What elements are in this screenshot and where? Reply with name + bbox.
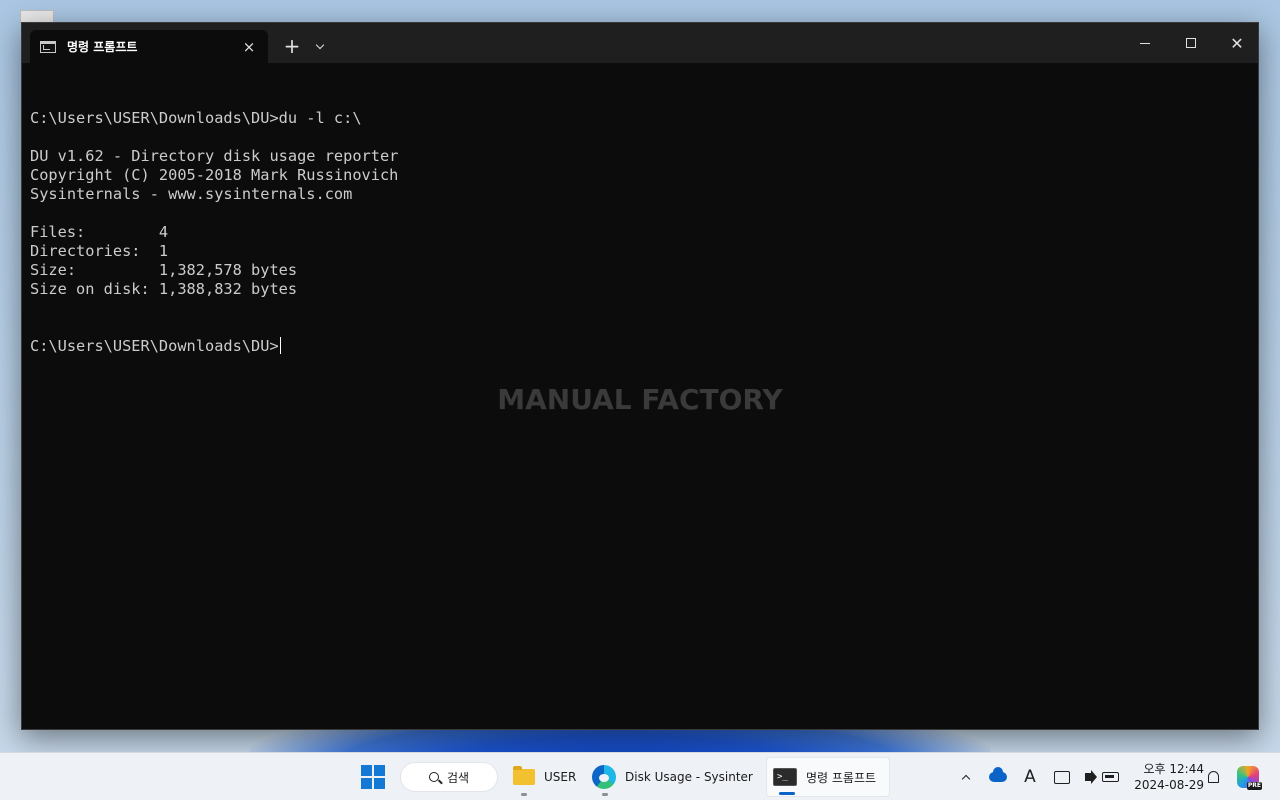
battery-button[interactable] xyxy=(1099,753,1121,800)
search-box[interactable]: 검색 xyxy=(400,762,498,792)
display-button[interactable] xyxy=(1051,753,1073,800)
cloud-icon xyxy=(989,767,1007,782)
clock[interactable]: 오후 12:44 2024-08-29 xyxy=(1126,761,1204,793)
notifications-button[interactable] xyxy=(1202,753,1224,800)
title-bar[interactable]: 명령 프롬프트 × + ✕ xyxy=(22,23,1258,63)
cmd-icon xyxy=(40,40,56,53)
maximize-icon xyxy=(1186,38,1196,48)
terminal-label: 명령 프롬프트 xyxy=(806,770,877,785)
text-cursor xyxy=(279,337,281,354)
tab-title: 명령 프롬프트 xyxy=(67,40,138,54)
console-line: Sysinternals - www.sysinternals.com xyxy=(30,185,353,203)
close-button[interactable]: ✕ xyxy=(1214,23,1260,63)
taskbar: 검색 USER Disk Usage - Sysinternals >_ 명령 … xyxy=(0,752,1280,800)
windows-logo-icon xyxy=(361,765,385,789)
running-indicator xyxy=(521,793,527,796)
clock-time: 오후 12:44 xyxy=(1143,762,1204,776)
speaker-icon xyxy=(1085,770,1097,784)
chevron-up-icon xyxy=(961,774,971,784)
copilot-button[interactable]: PRE xyxy=(1234,753,1262,800)
console-line: C:\Users\USER\Downloads\DU> xyxy=(30,337,281,355)
copilot-badge: PRE xyxy=(1246,782,1262,790)
taskbar-edge[interactable]: Disk Usage - Sysinternals xyxy=(588,757,756,797)
console-line: DU v1.62 - Directory disk usage reporter xyxy=(30,147,399,165)
tab-dropdown-button[interactable] xyxy=(308,32,332,60)
watermark: MANUAL FACTORY xyxy=(497,383,783,416)
terminal-window: 명령 프롬프트 × + ✕ C:\Users\USER\Downloads\DU… xyxy=(21,22,1259,730)
taskbar-terminal[interactable]: >_ 명령 프롬프트 xyxy=(766,757,890,797)
copilot-icon: PRE xyxy=(1237,766,1262,790)
battery-icon xyxy=(1101,772,1119,782)
minimize-icon xyxy=(1140,42,1150,44)
volume-button[interactable] xyxy=(1077,753,1099,800)
active-indicator xyxy=(779,792,795,795)
ime-indicator[interactable]: A xyxy=(1019,753,1041,800)
monitor-icon xyxy=(1054,770,1070,784)
console-line: C:\Users\USER\Downloads\DU>du -l c:\ xyxy=(30,109,362,127)
start-button[interactable] xyxy=(357,757,389,797)
explorer-label: USER xyxy=(544,770,577,784)
tab-command-prompt[interactable]: 명령 프롬프트 × xyxy=(30,30,268,63)
terminal-icon: >_ xyxy=(773,768,797,786)
search-label: 검색 xyxy=(447,770,470,785)
edge-label: Disk Usage - Sysinternals xyxy=(625,770,753,784)
bell-icon xyxy=(1207,771,1219,783)
chevron-down-icon xyxy=(315,40,325,49)
clock-date: 2024-08-29 xyxy=(1134,778,1204,792)
tab-close-button[interactable]: × xyxy=(238,36,260,58)
console-line: Files: 4 xyxy=(30,223,169,241)
console-line: Size: 1,382,578 bytes xyxy=(30,261,298,279)
edge-icon xyxy=(592,765,616,789)
new-tab-button[interactable]: + xyxy=(278,32,306,60)
console-line: Size on disk: 1,388,832 bytes xyxy=(30,280,298,298)
search-icon xyxy=(429,772,439,782)
console-output[interactable]: C:\Users\USER\Downloads\DU>du -l c:\ DU v… xyxy=(30,90,1250,356)
maximize-button[interactable] xyxy=(1168,23,1214,63)
taskbar-file-explorer[interactable]: USER xyxy=(507,757,583,797)
minimize-button[interactable] xyxy=(1122,23,1168,63)
show-hidden-icons-button[interactable] xyxy=(955,753,977,800)
running-indicator xyxy=(602,793,608,796)
console-line: Directories: 1 xyxy=(30,242,169,260)
onedrive-button[interactable] xyxy=(987,753,1009,800)
console-line: Copyright (C) 2005-2018 Mark Russinovich xyxy=(30,166,399,184)
close-icon: ✕ xyxy=(1230,33,1244,53)
folder-icon xyxy=(513,766,535,785)
